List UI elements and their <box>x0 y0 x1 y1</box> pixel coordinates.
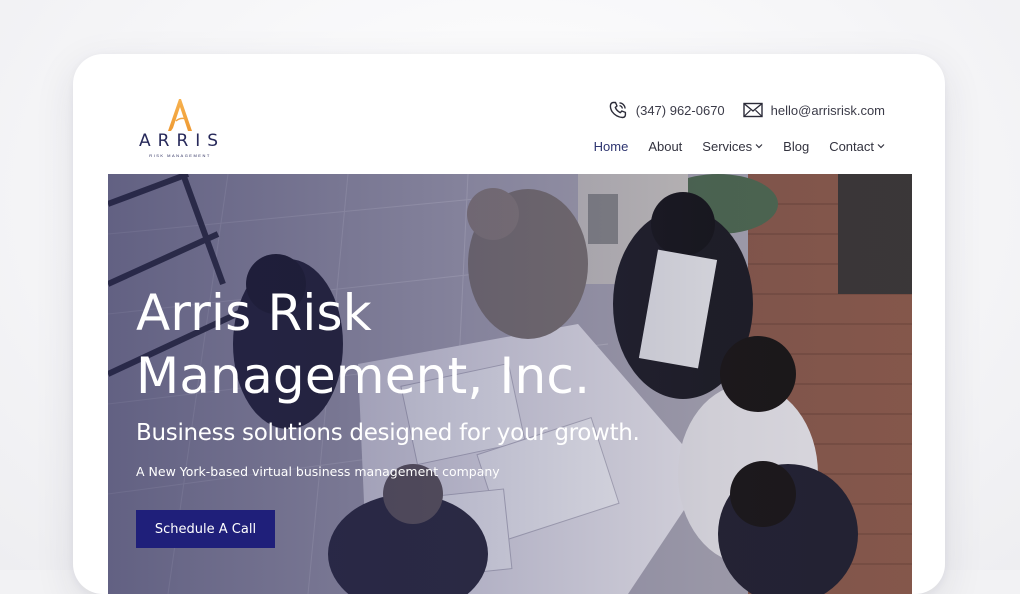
schedule-call-button[interactable]: Schedule A Call <box>136 510 275 548</box>
hero-title-line-2: Management, Inc. <box>136 347 591 405</box>
chevron-down-icon <box>877 144 885 149</box>
page-background: ARRIS RISK MANAGEMENT (347) 962-0670 hel… <box>0 0 1020 594</box>
website-preview-card: ARRIS RISK MANAGEMENT (347) 962-0670 hel… <box>73 54 945 594</box>
nav-label: Contact <box>829 138 874 154</box>
nav-label: Services <box>702 138 753 154</box>
hero-subtitle: Business solutions designed for your gro… <box>136 420 640 446</box>
nav-item-blog[interactable]: Blog <box>783 139 809 154</box>
nav-label: Blog <box>783 138 810 154</box>
arris-logo-icon <box>168 99 192 131</box>
chevron-down-icon <box>755 144 763 149</box>
nav-label: Home <box>593 138 629 154</box>
nav-item-about[interactable]: About <box>648 139 682 154</box>
phone-icon <box>609 101 626 119</box>
nav-item-contact[interactable]: Contact <box>829 139 885 154</box>
nav-item-home[interactable]: Home <box>594 139 629 154</box>
email-link[interactable]: hello@arrisrisk.com <box>742 102 885 118</box>
email-address: hello@arrisrisk.com <box>770 102 885 118</box>
nav-label: About <box>648 138 683 154</box>
hero-description: A New York-based virtual business manage… <box>136 464 500 479</box>
phone-link[interactable]: (347) 962-0670 <box>608 100 725 120</box>
hero-title: Arris Risk Management, Inc. <box>136 282 696 408</box>
main-nav: Home About Services Blog Contact <box>594 137 885 155</box>
mail-icon <box>742 102 763 118</box>
nav-item-services[interactable]: Services <box>702 139 763 154</box>
header-contact: (347) 962-0670 hello@arrisrisk.com <box>608 100 885 120</box>
phone-number: (347) 962-0670 <box>635 102 725 118</box>
logo-wordmark: ARRIS <box>139 131 226 151</box>
hero-title-line-1: Arris Risk <box>136 284 372 342</box>
hero-section: Arris Risk Management, Inc. Business sol… <box>108 174 912 594</box>
brand-logo[interactable]: ARRIS RISK MANAGEMENT <box>135 98 225 160</box>
logo-tagline: RISK MANAGEMENT <box>149 153 211 158</box>
